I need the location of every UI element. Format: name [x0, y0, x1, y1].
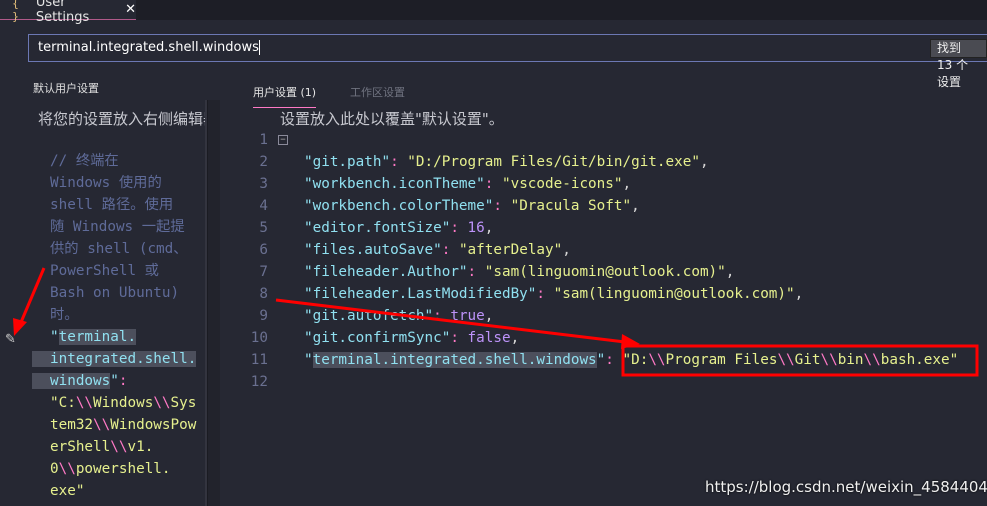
annotation-arrowhead-left [13, 318, 27, 336]
annotation-arrow-right [275, 298, 626, 344]
annotation-overlay [13, 267, 979, 377]
annotation-highlight-box [621, 344, 979, 377]
watermark: https://blog.csdn.net/weixin_45844049 [705, 478, 987, 496]
annotation-arrow-left [17, 267, 46, 328]
